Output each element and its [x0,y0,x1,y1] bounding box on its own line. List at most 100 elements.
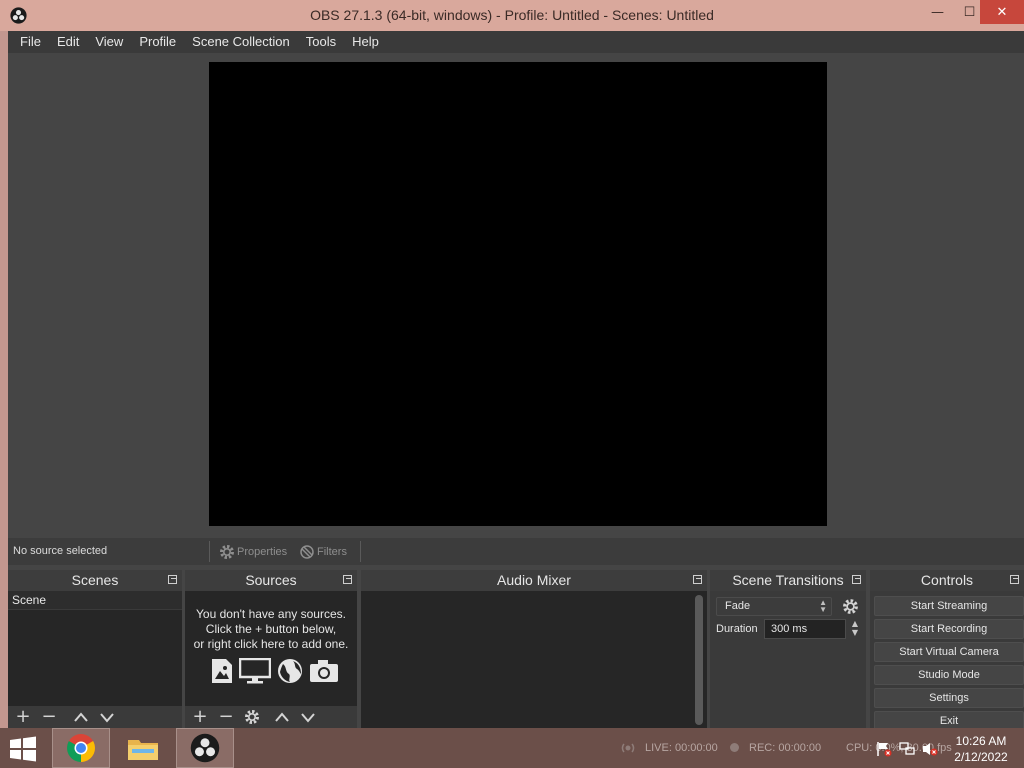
chevron-updown-icon: ▲ ▼ [819,598,827,614]
controls-body: Start Streaming Start Recording Start Vi… [870,591,1024,731]
properties-button[interactable]: Properties [219,542,287,562]
sources-dock: Sources You don't have any sources. Clic… [185,570,357,728]
move-down-icon[interactable] [297,707,319,727]
minimize-button[interactable]: — [923,0,952,24]
spin-down-icon[interactable]: ▼ [848,628,862,637]
camera-icon [310,660,338,682]
spin-up-icon[interactable]: ▲ [848,619,862,628]
volume-muted-icon[interactable] [922,741,938,757]
scene-transitions-dock-title: Scene Transitions [710,570,866,591]
windows-start-icon[interactable] [8,736,38,762]
remove-source-icon[interactable]: − [215,707,237,727]
obs-logo-icon [190,733,220,763]
remove-scene-icon[interactable]: − [38,707,60,727]
filter-icon [300,545,314,559]
rec-time-status: REC: 00:00:00 [749,742,822,754]
toolbar-divider [209,541,210,562]
properties-label: Properties [237,546,288,558]
menu-help[interactable]: Help [344,31,387,53]
start-streaming-button[interactable]: Start Streaming [874,596,1024,616]
clock-time: 10:26 AM [955,734,1007,748]
float-dock-icon[interactable] [693,575,702,584]
filters-label: Filters [317,546,347,558]
windows-taskbar: LIVE: 00:00:00 REC: 00:00:00 CPU: 0.0%, … [0,728,1024,768]
scene-transitions-body: Fade ▲ ▼ Duration 300 ms ▲ ▼ [710,591,866,728]
window-title: OBS 27.1.3 (64-bit, windows) - Profile: … [310,7,714,23]
menu-bar: File Edit View Profile Scene Collection … [8,31,1024,53]
audio-mixer-area [361,591,707,728]
live-time-status: LIVE: 00:00:00 [645,742,718,754]
audio-mixer-dock: Audio Mixer [361,570,707,728]
add-scene-icon[interactable]: + [12,707,34,727]
source-type-icons [211,658,339,684]
flag-alert-icon[interactable] [876,741,892,757]
source-status: No source selected [13,545,108,557]
taskbar-file-explorer[interactable] [114,728,172,768]
scene-list-item[interactable]: Scene [8,591,182,610]
transition-properties-button[interactable] [840,596,860,616]
system-clock[interactable]: 10:26 AM 2/12/2022 [946,733,1016,765]
folder-icon [128,740,158,760]
obs-main-window: File Edit View Profile Scene Collection … [8,31,1024,731]
gear-icon [842,598,858,614]
sources-toolbar: + − [185,706,357,728]
chrome-icon [67,734,95,762]
scenes-dock: Scenes Scene + − [8,570,182,728]
move-up-icon[interactable] [271,707,293,727]
clock-date: 2/12/2022 [954,750,1008,764]
sources-dock-title: Sources [185,570,357,591]
taskbar-obs[interactable] [176,728,234,768]
float-dock-icon[interactable] [343,575,352,584]
source-settings-icon[interactable] [241,707,263,727]
sources-list[interactable]: You don't have any sources. Click the + … [185,591,357,706]
globe-icon [278,659,302,683]
start-virtual-camera-button[interactable]: Start Virtual Camera [874,642,1024,662]
taskbar-chrome[interactable] [52,728,110,768]
settings-button[interactable]: Settings [874,688,1024,708]
record-status-icon [730,743,739,752]
float-dock-icon[interactable] [168,575,177,584]
float-dock-icon[interactable] [852,575,861,584]
network-icon[interactable] [899,741,915,757]
menu-scene-collection[interactable]: Scene Collection [184,31,298,53]
scenes-dock-title: Scenes [8,570,182,591]
menu-file[interactable]: File [12,31,49,53]
sources-empty-message: You don't have any sources. Click the + … [185,607,357,652]
menu-tools[interactable]: Tools [298,31,344,53]
close-button[interactable]: ✕ [980,0,1024,24]
move-down-icon[interactable] [96,707,118,727]
menu-edit[interactable]: Edit [49,31,87,53]
studio-mode-button[interactable]: Studio Mode [874,665,1024,685]
duration-label: Duration [716,623,758,635]
source-toolbar: No source selected Properties Filters [8,538,1024,565]
move-up-icon[interactable] [70,707,92,727]
menu-view[interactable]: View [87,31,131,53]
scenes-toolbar: + − [8,706,182,728]
empty-line: Click the + button below, [205,622,337,636]
title-bar: OBS 27.1.3 (64-bit, windows) - Profile: … [0,0,1024,31]
start-recording-button[interactable]: Start Recording [874,619,1024,639]
controls-dock: Controls Start Streaming Start Recording… [870,570,1024,731]
preview-area [8,53,1024,536]
duration-spinner[interactable]: ▲ ▼ [848,619,862,639]
stream-status-icon [621,743,635,753]
menu-profile[interactable]: Profile [131,31,184,53]
transition-selected-value: Fade [725,600,751,612]
controls-dock-title: Controls [870,570,1024,591]
audio-mixer-dock-title: Audio Mixer [361,570,707,591]
preview-canvas[interactable] [209,62,827,526]
display-icon [239,658,271,684]
empty-line: You don't have any sources. [196,607,346,621]
duration-input[interactable]: 300 ms [764,619,846,639]
image-icon [212,659,232,683]
gear-icon [220,545,234,559]
add-source-icon[interactable]: + [189,707,211,727]
float-dock-icon[interactable] [1010,575,1019,584]
scenes-list[interactable]: Scene [8,591,182,706]
mixer-scrollbar[interactable] [695,595,703,725]
filters-button[interactable]: Filters [299,542,347,562]
scene-transitions-dock: Scene Transitions Fade ▲ ▼ Duration 300 m… [710,570,866,728]
empty-line: or right click here to add one. [193,637,349,651]
transition-select[interactable]: Fade ▲ ▼ [716,597,832,616]
toolbar-divider [360,541,361,562]
